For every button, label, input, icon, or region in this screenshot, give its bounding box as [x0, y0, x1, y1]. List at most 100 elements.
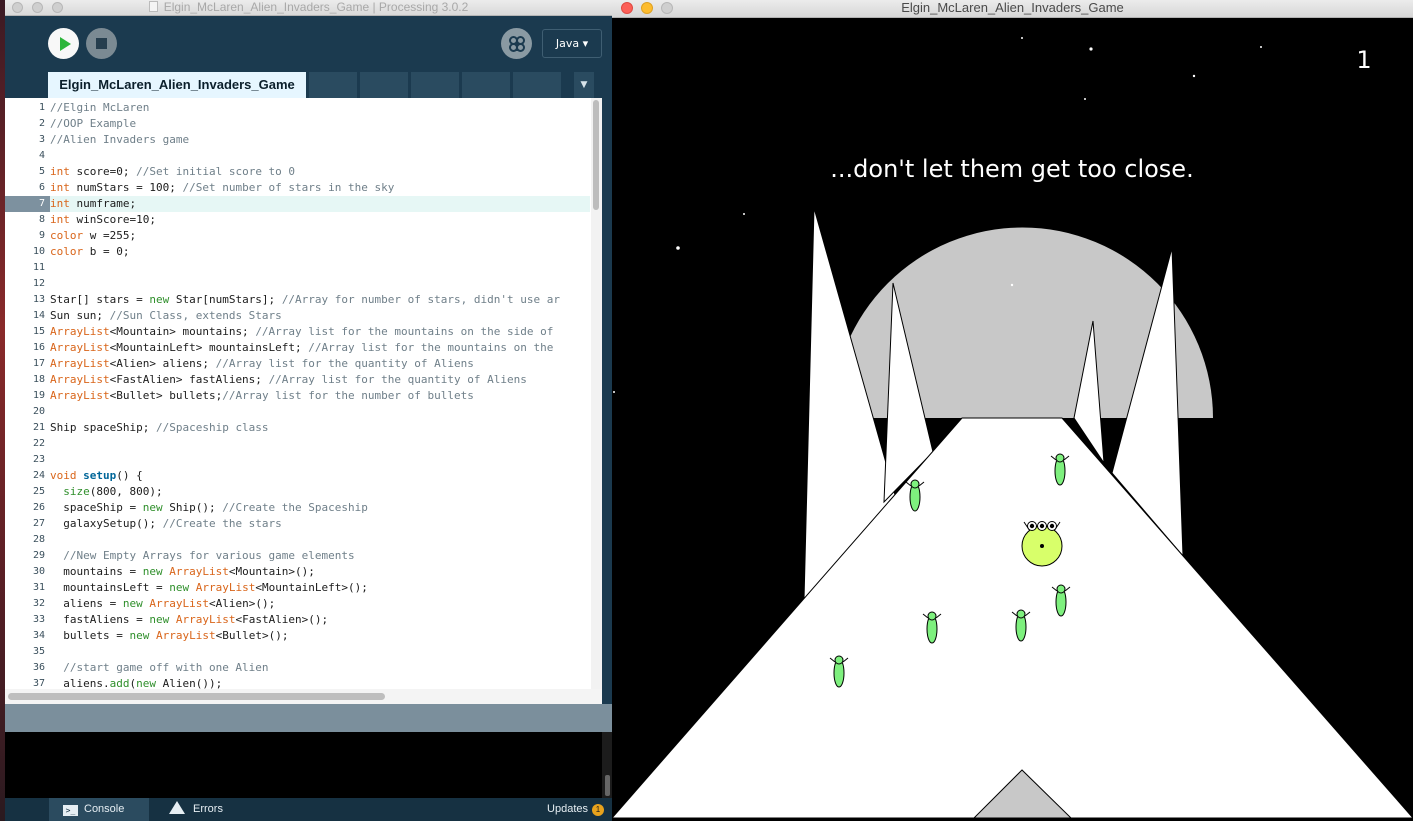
- debug-button[interactable]: [501, 28, 532, 59]
- code-token: size: [63, 485, 90, 498]
- code-line[interactable]: ArrayList<MountainLeft> mountainsLeft; /…: [50, 340, 553, 356]
- console-scroll-thumb[interactable]: [605, 775, 610, 796]
- line-number: 17: [32, 358, 45, 369]
- line-number: 10: [32, 246, 45, 257]
- document-icon: [148, 1, 158, 12]
- editor-vertical-scroll-thumb[interactable]: [593, 100, 599, 210]
- star: [1010, 283, 1014, 287]
- code-token: ArrayList: [195, 581, 256, 594]
- code-line[interactable]: Star[] stars = new Star[numStars]; //Arr…: [50, 292, 560, 308]
- tab-empty[interactable]: [513, 72, 561, 98]
- stop-icon: [96, 38, 107, 49]
- code-token: aliens.: [50, 677, 110, 689]
- code-token: //Spaceship class: [155, 421, 269, 434]
- code-token: ArrayList: [50, 341, 110, 354]
- code-token: //Sun Class, extends Stars: [109, 309, 282, 322]
- code-line[interactable]: int score=0; //Set initial score to 0: [50, 164, 295, 180]
- line-number: 27: [32, 518, 45, 529]
- code-line[interactable]: Sun sun; //Sun Class, extends Stars: [50, 308, 282, 324]
- code-line[interactable]: color w =255;: [50, 228, 136, 244]
- line-number: 2: [38, 118, 45, 129]
- code-line[interactable]: size(800, 800);: [50, 484, 162, 500]
- code-token: //New Empty Arrays for various game elem…: [63, 549, 355, 562]
- line-number: 31: [32, 582, 45, 593]
- code-token: //Array list for the mountains on the si…: [255, 325, 554, 338]
- code-token: () {: [116, 469, 143, 482]
- code-line[interactable]: aliens.add(new Alien());: [50, 676, 222, 689]
- code-line[interactable]: ArrayList<FastAlien> fastAliens; //Array…: [50, 372, 527, 388]
- code-token: <Alien>();: [208, 597, 276, 610]
- star: [1089, 47, 1093, 51]
- code-token: new: [149, 613, 170, 626]
- code-token: <Alien> aliens;: [109, 357, 216, 370]
- mode-select[interactable]: Java ▾: [542, 29, 602, 58]
- tab-bar: Elgin_McLaren_Alien_Invaders_Game ▼: [5, 72, 612, 98]
- console-tab[interactable]: >_ Console: [49, 798, 149, 821]
- run-button[interactable]: [48, 28, 79, 59]
- code-line[interactable]: mountains = new ArrayList<Mountain>();: [50, 564, 315, 580]
- console-output[interactable]: [5, 732, 612, 798]
- code-line[interactable]: int winScore=10;: [50, 212, 156, 228]
- code-line[interactable]: //OOP Example: [50, 116, 136, 132]
- fast-alien-pupil: [1029, 523, 1035, 529]
- alien-head: [927, 611, 937, 621]
- line-number: 25: [32, 486, 45, 497]
- code-line[interactable]: mountainsLeft = new ArrayList<MountainLe…: [50, 580, 368, 596]
- editor-horizontal-scroll-thumb[interactable]: [8, 693, 385, 700]
- code-line[interactable]: int numframe;: [50, 196, 136, 212]
- tab-empty[interactable]: [309, 72, 357, 98]
- code-token: color: [50, 245, 84, 258]
- code-line[interactable]: Ship spaceShip; //Spaceship class: [50, 420, 269, 436]
- star: [1084, 98, 1086, 100]
- code-line[interactable]: //Elgin McLaren: [50, 100, 149, 116]
- processing-ide-window: Elgin_McLaren_Alien_Invaders_Game | Proc…: [5, 0, 612, 821]
- code-line[interactable]: ArrayList<Bullet> bullets;//Array list f…: [50, 388, 474, 404]
- code-token: add: [109, 677, 130, 689]
- updates-link[interactable]: Updates 1: [547, 798, 604, 821]
- fast-alien-pupil: [1039, 523, 1045, 529]
- code-line[interactable]: void setup() {: [50, 468, 143, 484]
- code-editor[interactable]: 1 2 3 4 5 6 7 8 9 10 11 12 13 14 15 16 17 18 19 20 21 22 23 24 2…: [5, 98, 602, 689]
- tab-empty[interactable]: [411, 72, 459, 98]
- code-token: bullets =: [50, 629, 130, 642]
- code-token: <Bullet>();: [215, 629, 289, 642]
- code-line[interactable]: //Alien Invaders game: [50, 132, 189, 148]
- code-token: mountainsLeft =: [50, 581, 170, 594]
- code-area[interactable]: //Elgin McLaren //OOP Example //Alien Inva…: [50, 98, 590, 689]
- code-line[interactable]: color b = 0;: [50, 244, 129, 260]
- code-line[interactable]: spaceShip = new Ship(); //Create the Spa…: [50, 500, 368, 516]
- stop-button[interactable]: [86, 28, 117, 59]
- code-token: aliens =: [50, 597, 123, 610]
- code-line[interactable]: bullets = new ArrayList<Bullet>();: [50, 628, 288, 644]
- tab-empty[interactable]: [360, 72, 408, 98]
- code-token: color: [50, 229, 84, 242]
- code-token: //Array list for the quantity of Aliens: [268, 373, 527, 386]
- code-token: ArrayList: [50, 373, 110, 386]
- code-token: <FastAlien> fastAliens;: [109, 373, 269, 386]
- code-token: setup: [83, 469, 117, 482]
- errors-tab[interactable]: Errors: [155, 798, 245, 821]
- code-line[interactable]: ArrayList<Alien> aliens; //Array list fo…: [50, 356, 474, 372]
- code-line[interactable]: ArrayList<Mountain> mountains; //Array l…: [50, 324, 553, 340]
- line-number: 32: [32, 598, 45, 609]
- game-canvas[interactable]: 1 ...don't let them get too close.: [612, 18, 1413, 821]
- tab-sketch[interactable]: Elgin_McLaren_Alien_Invaders_Game: [48, 72, 306, 98]
- tab-empty[interactable]: [462, 72, 510, 98]
- line-number: 4: [38, 150, 45, 161]
- code-line[interactable]: //start game off with one Alien: [50, 660, 268, 676]
- code-line[interactable]: fastAliens = new ArrayList<FastAlien>();: [50, 612, 328, 628]
- code-token: w =255;: [83, 229, 137, 242]
- tab-menu-button[interactable]: ▼: [574, 72, 594, 98]
- code-line[interactable]: //New Empty Arrays for various game elem…: [50, 548, 355, 564]
- console-icon: >_: [63, 805, 78, 816]
- line-number: 14: [32, 310, 45, 321]
- code-token: <Mountain> mountains;: [109, 325, 256, 338]
- line-number: 15: [32, 326, 45, 337]
- code-line[interactable]: aliens = new ArrayList<Alien>();: [50, 596, 275, 612]
- code-line[interactable]: int numStars = 100; //Set number of star…: [50, 180, 394, 196]
- line-number: 37: [32, 678, 45, 689]
- code-line[interactable]: galaxySetup(); //Create the stars: [50, 516, 282, 532]
- line-number-gutter: 1 2 3 4 5 6 7 8 9 10 11 12 13 14 15 16 17 18 19 20 21 22 23 24 2…: [5, 98, 50, 689]
